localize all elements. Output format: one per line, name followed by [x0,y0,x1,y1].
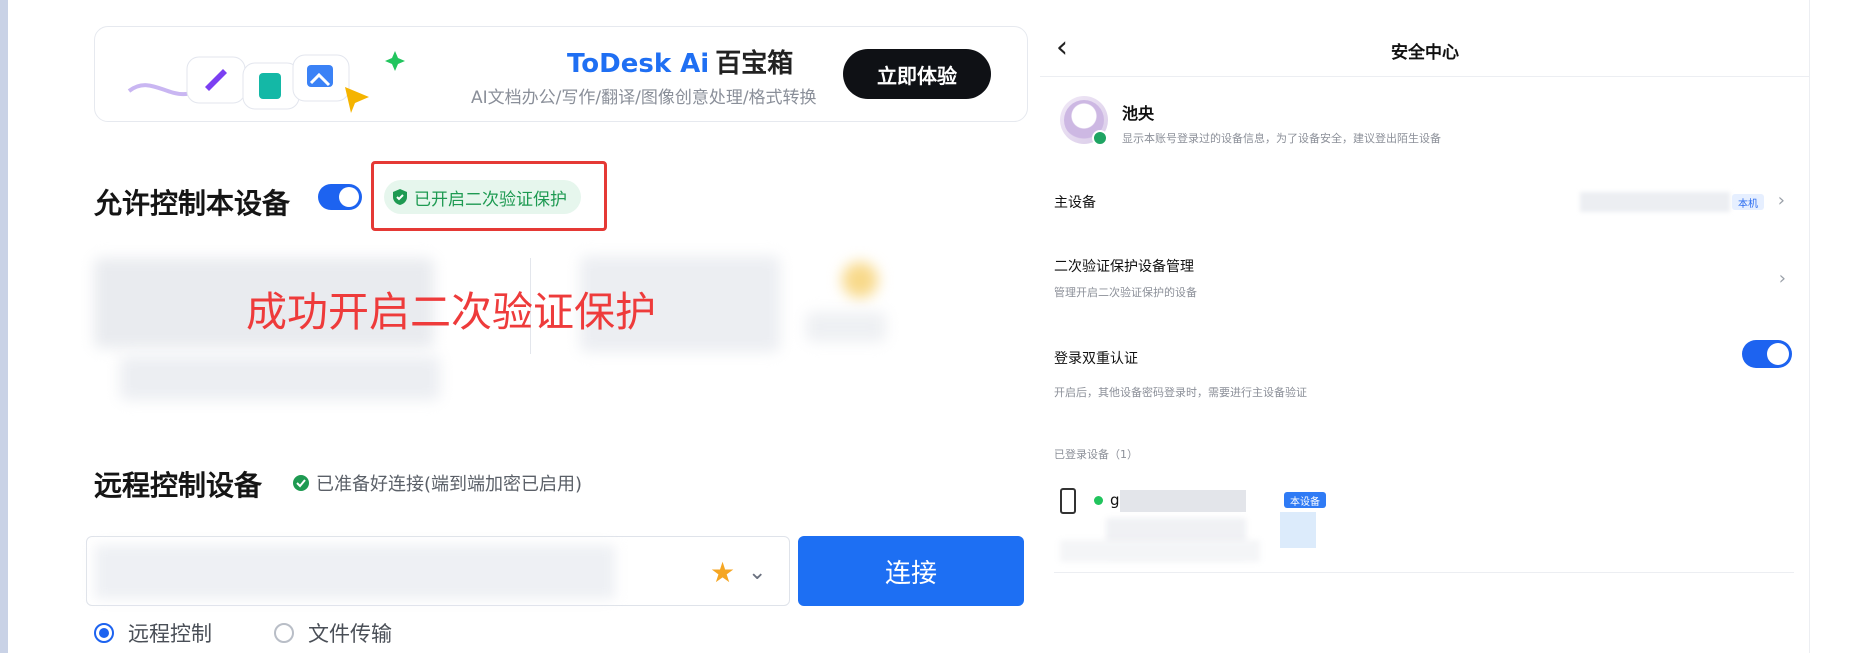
screenshot-root: ToDesk Ai 百宝箱 AI文档办公/写作/翻译/图像创意处理/格式转换 立即… [0,0,1864,653]
blurred-refresh-icon [842,262,878,298]
username: 池央 [1122,104,1155,123]
masked-device-name [1580,192,1730,212]
dual-auth-toggle[interactable] [1742,340,1792,368]
allow-control-toggle[interactable] [318,184,362,210]
two-factor-badge-label: 已开启二次验证保护 [414,189,567,210]
connection-status: 已准备好连接(端到端加密已启用) [292,470,582,496]
two-factor-badge: 已开启二次验证保护 [384,180,581,214]
toggle-knob [1767,343,1789,365]
todesk-ai-banner[interactable]: ToDesk Ai 百宝箱 AI文档办公/写作/翻译/图像创意处理/格式转换 立即… [94,26,1028,122]
two-factor-chevron-icon[interactable]: › [1779,268,1786,289]
radio-checked-icon[interactable] [94,623,114,643]
banner-title: ToDesk Ai 百宝箱 [567,49,794,79]
this-device-tag: 本设备 [1284,492,1326,508]
blurred-device-password [120,356,440,400]
star-icon[interactable]: ★ [710,556,735,589]
two-factor-device-row[interactable]: 二次验证保护设备管理 管理开启二次验证保护的设备 › [1040,250,1810,306]
dual-auth-label: 登录双重认证 [1054,351,1138,367]
mode-label: 文件传输 [308,622,392,646]
main-device-chevron-icon[interactable]: › [1778,190,1785,211]
user-description: 显示本账号登录过的设备信息，为了设备安全，建议登出陌生设备 [1122,132,1441,145]
shield-check-icon [393,189,407,205]
security-center-title: 安全中心 [1391,43,1459,63]
online-status-dot [1094,496,1103,505]
mode-remote-control[interactable]: 远程控制 [94,618,212,648]
list-divider [1054,572,1794,573]
mode-label: 远程控制 [128,622,212,646]
blurred-copy-icon [806,312,886,342]
masked-device-info [1060,540,1260,562]
two-factor-device-label: 二次验证保护设备管理 [1054,259,1194,275]
check-circle-icon [293,475,309,491]
security-center-panel: ‹ 安全中心 池央 显示本账号登录过的设备信息，为了设备安全，建议登出陌生设备 … [1040,0,1810,653]
toggle-knob [339,187,359,207]
phone-icon [1060,488,1076,514]
banner-subtitle: AI文档办公/写作/翻译/图像创意处理/格式转换 [471,88,817,108]
logged-devices-label: 已登录设备（1） [1054,448,1138,461]
logged-device-name: g [1110,491,1120,509]
verified-badge-icon [1092,130,1108,146]
try-now-button[interactable]: 立即体验 [843,49,991,99]
window-edge [0,0,8,653]
remote-control-title: 远程控制设备 [94,469,263,502]
blurred-input-value [95,545,615,599]
annotation-text: 成功开启二次验证保护 [246,288,656,336]
header-divider [1040,76,1810,77]
mode-file-transfer[interactable]: 文件传输 [274,618,392,648]
remote-device-code-input[interactable] [86,536,790,606]
two-factor-device-sub: 管理开启二次验证保护的设备 [1054,286,1197,299]
allow-control-title: 允许控制本设备 [94,187,291,220]
chevron-down-icon[interactable]: ⌄ [748,560,766,585]
radio-unchecked-icon[interactable] [274,623,294,643]
banner-illustration-icon [127,51,405,113]
main-device-label: 主设备 [1054,195,1096,211]
connect-button[interactable]: 连接 [798,536,1024,606]
connection-status-label: 已准备好连接(端到端加密已启用) [316,474,583,495]
this-machine-tag: 本机 [1732,194,1764,210]
dual-auth-sub: 开启后，其他设备密码登录时，需要进行主设备验证 [1054,386,1307,399]
masked-device-info [1280,512,1316,548]
masked-device-name [1120,490,1246,512]
